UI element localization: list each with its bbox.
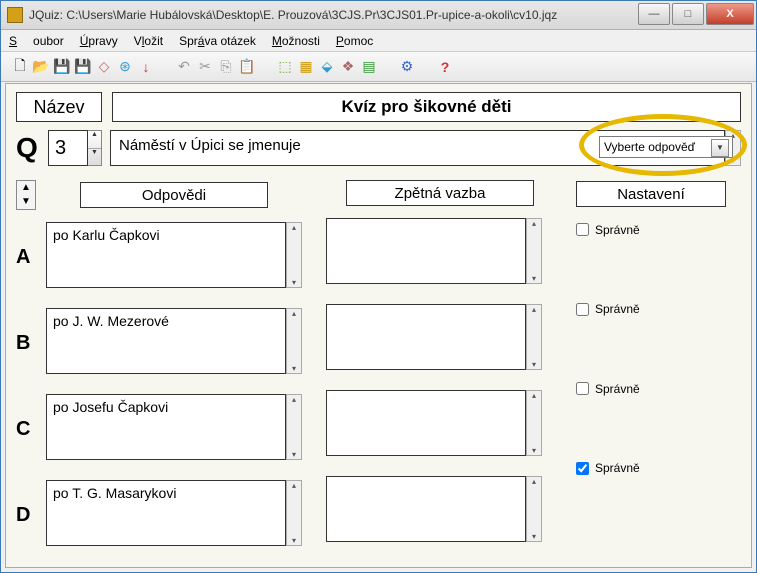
- menu-vlozit[interactable]: Vložit: [134, 34, 163, 48]
- question-number-input[interactable]: [48, 130, 88, 166]
- cut-icon[interactable]: ✂: [196, 58, 214, 76]
- tool1-icon[interactable]: ⬚: [276, 58, 294, 76]
- feedback-b-text[interactable]: [326, 304, 526, 370]
- scrollbar[interactable]: ▴▾: [526, 390, 542, 456]
- nazev-label: Název: [16, 92, 102, 122]
- scrollbar[interactable]: ▴▾: [286, 222, 302, 288]
- save-icon[interactable]: 💾: [53, 58, 71, 76]
- correct-label: Správně: [595, 302, 640, 316]
- close-button[interactable]: X: [706, 3, 754, 25]
- row-letter-a: A: [16, 222, 46, 269]
- tool3-icon[interactable]: ⬙: [318, 58, 336, 76]
- answer-c-text[interactable]: [46, 394, 286, 460]
- open-icon[interactable]: 📂: [32, 58, 50, 76]
- scrollbar[interactable]: ▴▾: [286, 308, 302, 374]
- app-icon: [7, 7, 23, 23]
- menu-upravy[interactable]: Úpravy: [80, 34, 118, 48]
- row-letter-d: D: [16, 480, 46, 527]
- correct-label: Správně: [595, 382, 640, 396]
- window-title: JQuiz: C:\Users\Marie Hubálovská\Desktop…: [29, 8, 638, 22]
- answer-a-text[interactable]: [46, 222, 286, 288]
- tool5-icon[interactable]: ▤: [360, 58, 378, 76]
- settings-header: Nastavení: [576, 181, 726, 207]
- tool4-icon[interactable]: ❖: [339, 58, 357, 76]
- menu-bar: Soubor Úpravy Vložit Správa otázek Možno…: [1, 30, 756, 52]
- feedback-d-text[interactable]: [326, 476, 526, 542]
- quiz-title-field[interactable]: Kvíz pro šikovné děti: [112, 92, 741, 122]
- diamond-icon[interactable]: ◇: [95, 58, 113, 76]
- menu-sprava[interactable]: Správa otázek: [179, 34, 256, 48]
- tool2-icon[interactable]: ▦: [297, 58, 315, 76]
- scrollbar[interactable]: ▴▾: [526, 304, 542, 370]
- paste-icon[interactable]: 📋: [238, 58, 256, 76]
- feedback-header: Zpětná vazba: [346, 180, 534, 206]
- row-letter-c: C: [16, 394, 46, 441]
- toolbar: 🗋 📂 💾 💾 ◇ ⊛ ↓ ↶ ✂ ⎘ 📋 ⬚ ▦ ⬙ ❖ ▤ ⚙ ?: [1, 52, 756, 82]
- correct-d-checkbox[interactable]: [576, 462, 589, 475]
- scrollbar[interactable]: ▴▾: [286, 480, 302, 546]
- help-icon[interactable]: ?: [436, 58, 454, 76]
- tool6-icon[interactable]: ⚙: [398, 58, 416, 76]
- copy-icon[interactable]: ⎘: [217, 58, 235, 76]
- menu-pomoc[interactable]: Pomoc: [336, 34, 373, 48]
- answer-d-text[interactable]: [46, 480, 286, 546]
- correct-b-checkbox[interactable]: [576, 303, 589, 316]
- answer-type-dropdown[interactable]: Vyberte odpověď: [599, 136, 733, 158]
- menu-soubor[interactable]: Soubor: [9, 34, 64, 48]
- saveas-icon[interactable]: 💾: [74, 58, 92, 76]
- row-spinner[interactable]: ▲▼: [16, 180, 36, 210]
- scrollbar[interactable]: ▴▾: [526, 218, 542, 284]
- scrollbar[interactable]: ▴▾: [526, 476, 542, 542]
- scrollbar[interactable]: ▴▾: [286, 394, 302, 460]
- minimize-button[interactable]: —: [638, 3, 670, 25]
- web-icon[interactable]: ⊛: [116, 58, 134, 76]
- row-letter-b: B: [16, 308, 46, 355]
- undo-icon[interactable]: ↶: [175, 58, 193, 76]
- correct-a-checkbox[interactable]: [576, 223, 589, 236]
- q-label: Q: [16, 132, 40, 164]
- correct-c-checkbox[interactable]: [576, 382, 589, 395]
- new-icon[interactable]: 🗋: [11, 58, 29, 76]
- menu-moznosti[interactable]: Možnosti: [272, 34, 320, 48]
- feedback-a-text[interactable]: [326, 218, 526, 284]
- feedback-c-text[interactable]: [326, 390, 526, 456]
- correct-label: Správně: [595, 223, 640, 237]
- maximize-button[interactable]: □: [672, 3, 704, 25]
- answer-b-text[interactable]: [46, 308, 286, 374]
- arrow-down-icon[interactable]: ↓: [137, 58, 155, 76]
- question-number-spinner[interactable]: ▲▼: [88, 130, 102, 166]
- answers-header: Odpovědi: [80, 182, 268, 208]
- correct-label: Správně: [595, 461, 640, 475]
